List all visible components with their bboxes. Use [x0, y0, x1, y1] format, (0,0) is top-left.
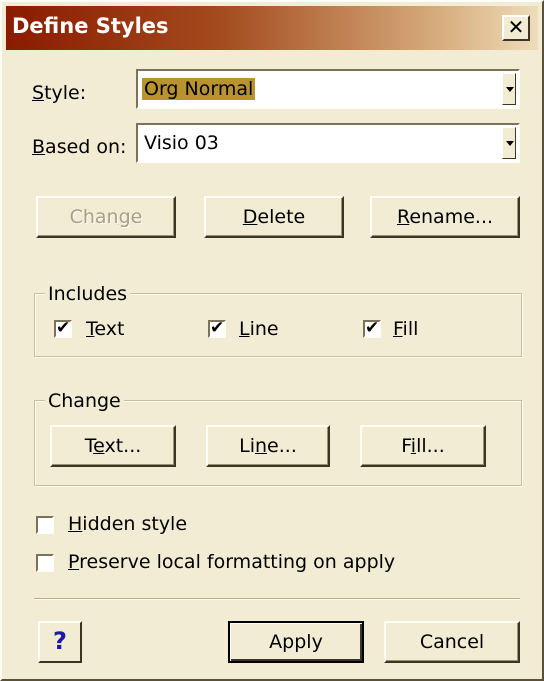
change-fill-button[interactable]: Fill...	[360, 425, 486, 467]
close-icon: ✕	[507, 15, 525, 39]
title-bar[interactable]: Define Styles ✕	[6, 6, 538, 50]
based-on-combobox[interactable]: Visio 03	[136, 123, 520, 163]
question-mark-icon: ?	[53, 627, 67, 655]
cancel-button[interactable]: Cancel	[384, 621, 520, 663]
based-on-label: Based on:	[32, 136, 127, 158]
change-button[interactable]: Change	[36, 196, 176, 238]
check-icon: ✔	[210, 318, 225, 338]
include-fill-label[interactable]: Fill	[393, 318, 418, 340]
style-combobox[interactable]: Org Normal	[136, 69, 520, 109]
separator	[34, 598, 520, 600]
define-styles-dialog: Define Styles ✕ Style: Org Normal Based …	[0, 0, 544, 681]
chevron-down-icon[interactable]	[502, 127, 516, 159]
rename-button[interactable]: Rename...	[370, 196, 520, 238]
include-fill-checkbox[interactable]: ✔	[363, 318, 381, 338]
help-button[interactable]: ?	[38, 621, 82, 663]
change-legend: Change	[45, 390, 124, 412]
window-title: Define Styles	[12, 14, 169, 38]
hidden-style-checkbox[interactable]	[36, 516, 54, 534]
preserve-formatting-label[interactable]: Preserve local formatting on apply	[68, 551, 395, 573]
change-line-button[interactable]: Line...	[206, 425, 330, 467]
include-line-checkbox[interactable]: ✔	[208, 318, 226, 338]
apply-button[interactable]: Apply	[228, 621, 364, 663]
include-line-label[interactable]: Line	[239, 318, 279, 340]
close-button[interactable]: ✕	[502, 15, 530, 41]
delete-button[interactable]: Delete	[204, 196, 344, 238]
style-value: Org Normal	[142, 78, 256, 100]
check-icon: ✔	[56, 318, 71, 338]
change-text-button[interactable]: Text...	[50, 425, 176, 467]
preserve-formatting-checkbox[interactable]	[36, 554, 54, 572]
hidden-style-label[interactable]: Hidden style	[68, 513, 187, 535]
style-label: Style:	[32, 82, 87, 104]
check-icon: ✔	[365, 318, 380, 338]
include-text-checkbox[interactable]: ✔	[54, 318, 72, 338]
include-text-label[interactable]: Text	[86, 318, 124, 340]
chevron-down-icon[interactable]	[502, 73, 516, 105]
based-on-value: Visio 03	[144, 132, 219, 154]
includes-legend: Includes	[45, 283, 131, 305]
